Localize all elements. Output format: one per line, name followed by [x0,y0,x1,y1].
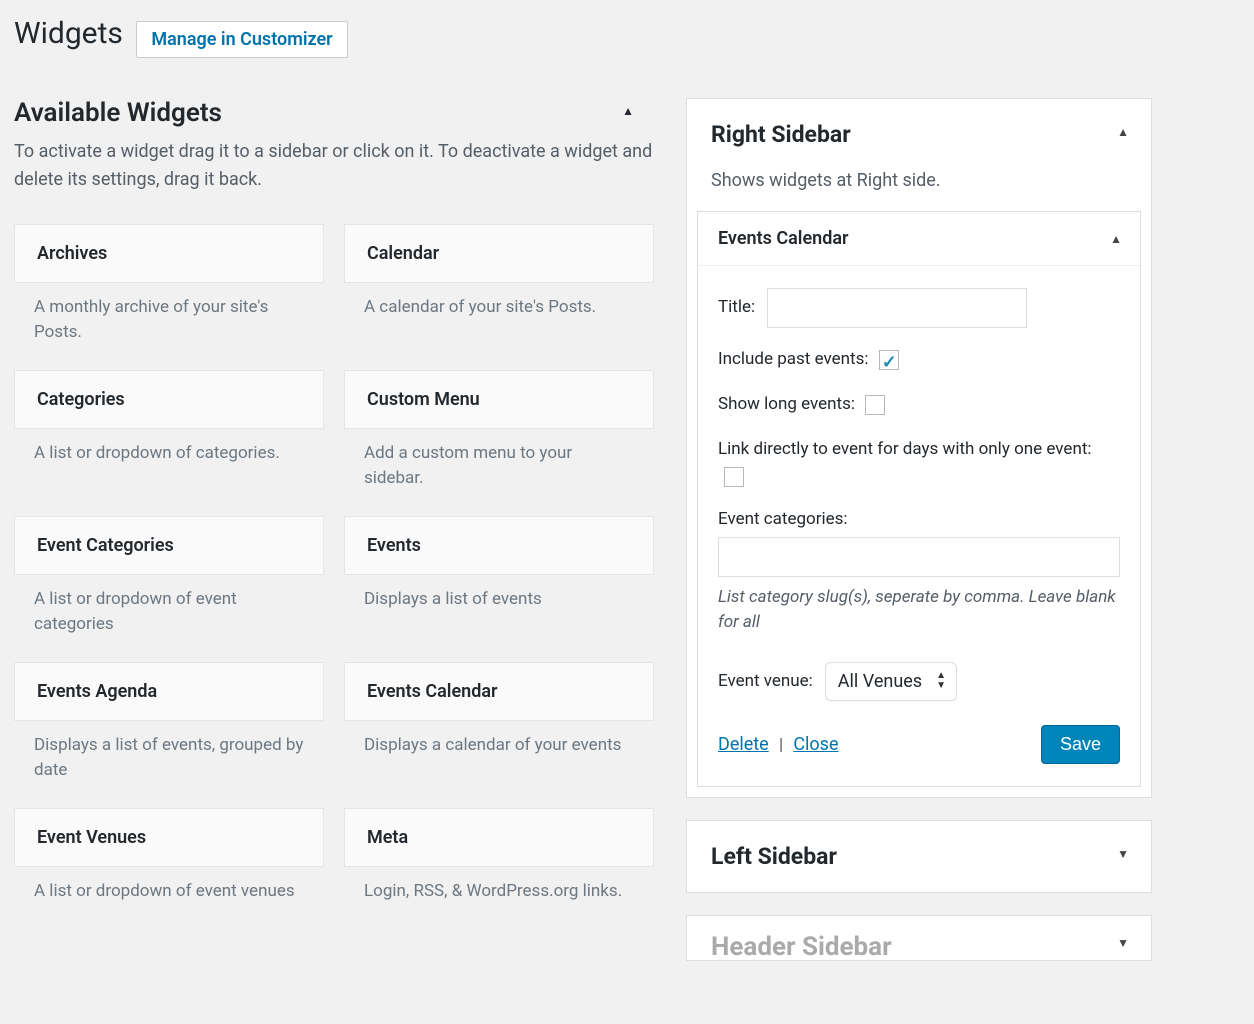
widget-title[interactable]: Events Calendar [344,662,654,721]
sidebar-left-header[interactable]: Left Sidebar ▼ [687,821,1151,892]
save-button[interactable]: Save [1041,725,1120,764]
widget-events-calendar-header[interactable]: Events Calendar ▲ [698,212,1140,266]
select-arrows-icon: ▲▼ [936,671,946,691]
widget-title[interactable]: Custom Menu [344,370,654,429]
widget-title[interactable]: Calendar [344,224,654,283]
widget-title[interactable]: Categories [14,370,324,429]
widget-desc: A calendar of your site's Posts. [344,283,654,341]
widget-title[interactable]: Archives [14,224,324,283]
sidebar-header: Header Sidebar ▼ [686,915,1152,961]
collapse-icon: ▲ [1110,232,1122,246]
widget-title[interactable]: Event Venues [14,808,324,867]
widget-desc: A list or dropdown of event venues [14,867,324,925]
widget-desc: Displays a list of events [344,575,654,633]
sidebar-right-subtitle: Shows widgets at Right side. [687,170,1151,211]
available-widget[interactable]: Calendar A calendar of your site's Posts… [344,224,654,366]
expand-icon: ▼ [1117,936,1129,950]
close-link[interactable]: Close [793,734,838,755]
widget-title[interactable]: Events [344,516,654,575]
widget-title[interactable]: Event Categories [14,516,324,575]
venue-select[interactable]: All Venues ▲▼ [825,662,957,701]
categories-label: Event categories: [718,509,848,529]
sidebar-right-title: Right Sidebar [711,121,1127,148]
include-past-label: Include past events: [718,349,868,369]
page-title: Widgets [14,10,123,55]
venue-field: Event venue: All Venues ▲▼ [718,662,1120,701]
collapse-icon: ▲ [622,104,634,118]
sidebar-header-header[interactable]: Header Sidebar ▼ [687,916,1151,961]
widget-events-calendar: Events Calendar ▲ Title: Include past ev… [697,211,1141,787]
widget-desc: Displays a list of events, grouped by da… [14,721,324,804]
available-widgets-description: To activate a widget drag it to a sideba… [14,138,654,194]
widget-desc: Add a custom menu to your sidebar. [344,429,654,512]
widget-events-calendar-title: Events Calendar [718,228,848,249]
sidebar-right: Right Sidebar ▲ Shows widgets at Right s… [686,98,1152,798]
sidebar-right-header[interactable]: Right Sidebar ▲ [687,99,1151,170]
widget-desc: Displays a calendar of your events [344,721,654,779]
link-separator: | [779,735,783,755]
categories-field: Event categories: List category slug(s),… [718,509,1120,636]
widget-desc: A list or dropdown of categories. [14,429,324,487]
collapse-icon: ▲ [1117,125,1129,139]
available-widget[interactable]: Event Venues A list or dropdown of event… [14,808,324,925]
available-widget[interactable]: Meta Login, RSS, & WordPress.org links. [344,808,654,925]
venue-select-value: All Venues [838,671,922,692]
expand-icon: ▼ [1117,847,1129,861]
include-past-checkbox[interactable] [879,350,899,370]
widget-desc: A list or dropdown of event categories [14,575,324,658]
manage-in-customizer-button[interactable]: Manage in Customizer [136,21,347,58]
available-widget[interactable]: Events Agenda Displays a list of events,… [14,662,324,804]
categories-input[interactable] [718,537,1120,577]
available-widget[interactable]: Events Calendar Displays a calendar of y… [344,662,654,804]
show-long-field: Show long events: [718,391,1120,418]
widget-title[interactable]: Meta [344,808,654,867]
delete-link[interactable]: Delete [718,734,769,755]
sidebar-left-title: Left Sidebar [711,843,1127,870]
title-field: Title: [718,288,1120,328]
widget-desc: A monthly archive of your site's Posts. [14,283,324,366]
link-direct-label: Link directly to event for days with onl… [718,439,1092,459]
link-direct-checkbox[interactable] [724,467,744,487]
available-widget[interactable]: Events Displays a list of events [344,516,654,658]
widget-desc: Login, RSS, & WordPress.org links. [344,867,654,925]
link-direct-field: Link directly to event for days with onl… [718,436,1120,490]
available-widgets-heading: Available Widgets [14,98,654,128]
widget-title[interactable]: Events Agenda [14,662,324,721]
categories-hint: List category slug(s), seperate by comma… [718,585,1120,636]
title-label: Title: [718,297,755,317]
available-widget[interactable]: Categories A list or dropdown of categor… [14,370,324,512]
show-long-label: Show long events: [718,394,855,414]
venue-label: Event venue: [718,671,813,691]
sidebar-left: Left Sidebar ▼ [686,820,1152,893]
title-input[interactable] [767,288,1027,328]
available-widget[interactable]: Custom Menu Add a custom menu to your si… [344,370,654,512]
available-widget[interactable]: Archives A monthly archive of your site'… [14,224,324,366]
show-long-checkbox[interactable] [865,395,885,415]
available-widget[interactable]: Event Categories A list or dropdown of e… [14,516,324,658]
available-widgets-header[interactable]: Available Widgets ▲ [14,98,654,128]
sidebar-header-title: Header Sidebar [711,932,892,961]
include-past-field: Include past events: [718,346,1120,373]
